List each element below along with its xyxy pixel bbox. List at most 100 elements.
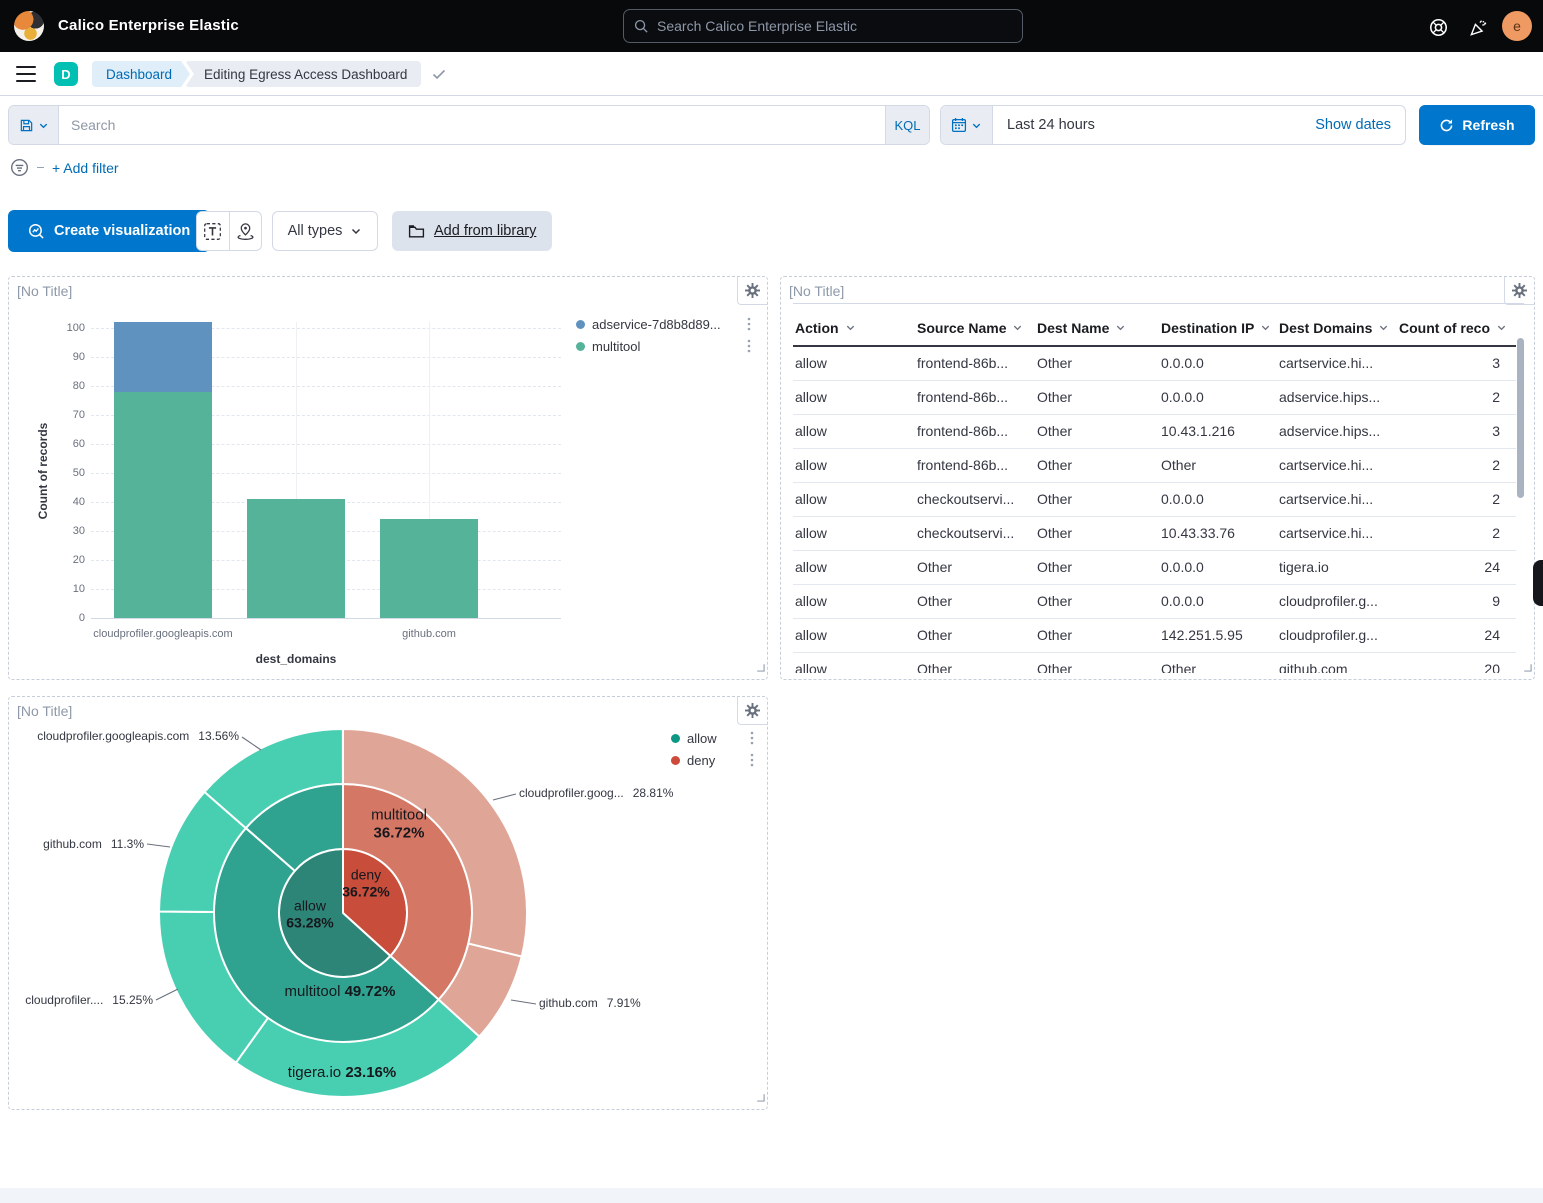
bar-segment[interactable] [114, 322, 212, 392]
global-search-input[interactable] [657, 18, 1012, 34]
table-cell: 3 [1397, 346, 1516, 380]
table-cell: cloudprofiler.g... [1277, 618, 1397, 652]
column-header-dest-domains[interactable]: Dest Domains [1277, 310, 1397, 346]
bar-chart-plot: dest_domains 0102030405060708090100cloud… [91, 322, 561, 618]
legend-item[interactable]: deny [671, 749, 757, 771]
panel-settings-button[interactable] [737, 277, 767, 305]
show-dates-button[interactable]: Show dates [1315, 106, 1405, 144]
sunburst-label: multitool36.72% [371, 806, 427, 841]
filter-icon[interactable] [10, 158, 29, 177]
table-cell: Other [915, 618, 1035, 652]
table-cell: Other [1035, 414, 1159, 448]
table-cell: 24 [1397, 618, 1516, 652]
bar-segment[interactable] [247, 499, 345, 618]
table-cell: Other [915, 652, 1035, 673]
bar-segment[interactable] [114, 392, 212, 618]
sunburst-panel[interactable]: [No Title] multitool36.72% deny36.72% al… [8, 696, 768, 1110]
column-header-source-name[interactable]: Source Name [915, 310, 1035, 346]
callout-line [493, 794, 516, 800]
table-row: allowOtherOther0.0.0.0tigera.io24 [793, 550, 1516, 584]
column-header-action[interactable]: Action [793, 310, 915, 346]
filter-divider [37, 167, 44, 168]
create-visualization-button[interactable]: Create visualization [8, 210, 210, 252]
bar-segment[interactable] [380, 519, 478, 618]
breadcrumb-dashboard[interactable]: Dashboard [92, 61, 190, 87]
table-cell: 0.0.0.0 [1159, 380, 1277, 414]
legend-actions-icon[interactable] [744, 339, 754, 353]
column-header-dest-name[interactable]: Dest Name [1035, 310, 1159, 346]
table-cell: Other [1035, 550, 1159, 584]
legend-actions-icon[interactable] [747, 731, 757, 745]
app-title: Calico Enterprise Elastic [58, 17, 239, 34]
column-header-destination-ip[interactable]: Destination IP [1159, 310, 1277, 346]
user-avatar[interactable]: e [1502, 11, 1532, 41]
legend-dot [576, 342, 585, 351]
saved-query-menu-button[interactable] [9, 106, 59, 144]
breadcrumb-current[interactable]: Editing Egress Access Dashboard [185, 61, 421, 87]
add-map-icon[interactable] [229, 212, 262, 250]
callout-line [147, 844, 170, 847]
table-cell: Other [1035, 516, 1159, 550]
legend-label: multitool [592, 339, 737, 354]
saved-query-disk-icon [19, 118, 34, 133]
query-bar: KQL Last 24 hours Show dates Refresh [0, 105, 1543, 145]
calico-logo[interactable] [14, 11, 44, 41]
panel-resize-handle[interactable] [1521, 659, 1532, 677]
kql-language-button[interactable]: KQL [885, 106, 929, 144]
sunburst-callout: cloudprofiler.goog...28.81% [519, 786, 673, 800]
table-cell: allow [793, 618, 915, 652]
legend-item[interactable]: multitool [576, 335, 754, 357]
help-icon[interactable] [1428, 17, 1448, 37]
query-search-input[interactable] [59, 106, 885, 144]
column-header-count[interactable]: Count of reco [1397, 310, 1516, 346]
chevron-down-icon [845, 322, 856, 333]
legend-actions-icon[interactable] [744, 317, 754, 331]
menu-icon[interactable] [16, 66, 36, 82]
table-cell: allow [793, 516, 915, 550]
table-cell: allow [793, 550, 915, 584]
x-axis-label: github.com [402, 628, 456, 640]
y-axis-tick: 0 [51, 612, 85, 624]
y-axis-tick: 60 [51, 438, 85, 450]
panel-resize-handle[interactable] [754, 1089, 765, 1107]
table-cell: cartservice.hi... [1277, 448, 1397, 482]
table-cell: allow [793, 346, 915, 380]
refresh-button[interactable]: Refresh [1419, 105, 1535, 145]
table-row: allowfrontend-86b...Other0.0.0.0cartserv… [793, 346, 1516, 380]
panel-resize-handle[interactable] [754, 659, 765, 677]
panel-settings-button[interactable] [1504, 277, 1534, 305]
time-range-value[interactable]: Last 24 hours [993, 106, 1315, 144]
legend-item[interactable]: allow [671, 727, 757, 749]
global-search[interactable] [623, 9, 1023, 43]
table-cell: 0.0.0.0 [1159, 482, 1277, 516]
sunburst-callout: cloudprofiler....15.25% [25, 993, 153, 1007]
bar-chart-panel[interactable]: [No Title] Count of records dest_domains… [8, 276, 768, 680]
calendar-menu-button[interactable] [941, 106, 993, 144]
chevron-down-icon [1378, 322, 1389, 333]
sunburst-callout: cloudprofiler.googleapis.com13.56% [37, 729, 239, 743]
collapsed-flyout-tab[interactable] [1533, 560, 1543, 606]
all-types-dropdown[interactable]: All types [272, 211, 378, 251]
table-cell: github.com [1277, 652, 1397, 673]
table-panel[interactable]: [No Title] Action Source Name Dest Name … [780, 276, 1535, 680]
table-cell: Other [1035, 652, 1159, 673]
table-cell: Other [915, 550, 1035, 584]
x-axis-label: cloudprofiler.googleapis.com [93, 628, 232, 640]
legend-dot [671, 734, 680, 743]
legend-item[interactable]: adservice-7d8b8d89... [576, 313, 754, 335]
table-cell: Other [1035, 482, 1159, 516]
panel-title: [No Title] [789, 283, 844, 299]
legend-dot [671, 756, 680, 765]
table-scrollbar-thumb[interactable] [1517, 338, 1524, 498]
add-filter-button[interactable]: + Add filter [52, 160, 119, 176]
table-cell: allow [793, 652, 915, 673]
check-icon[interactable] [431, 66, 447, 82]
add-from-library-button[interactable]: Add from library [392, 211, 552, 251]
table-cell: cloudprofiler.g... [1277, 584, 1397, 618]
add-text-icon[interactable] [197, 212, 229, 250]
news-icon[interactable] [1468, 17, 1488, 37]
table-cell: 2 [1397, 380, 1516, 414]
global-header: Calico Enterprise Elastic e [0, 0, 1543, 52]
legend-actions-icon[interactable] [747, 753, 757, 767]
table-cell: 20 [1397, 652, 1516, 673]
